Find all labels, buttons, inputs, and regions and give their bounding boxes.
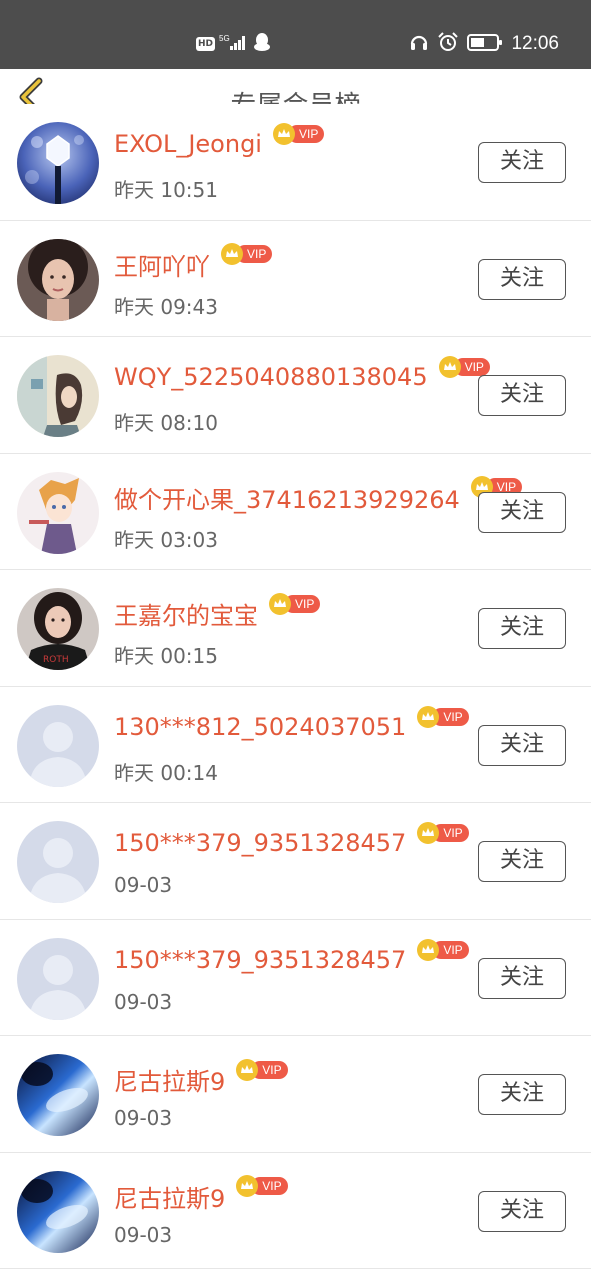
- join-time: 昨天 00:15: [114, 644, 218, 668]
- join-time: 09-03: [114, 1106, 173, 1130]
- default-avatar[interactable]: [17, 937, 99, 1020]
- status-left-icons: HD 5G: [196, 32, 271, 56]
- follow-button[interactable]: 关注: [478, 258, 566, 300]
- join-time: 昨天 10:51: [114, 178, 218, 202]
- name-line: 150***379_9351328457 VIP: [114, 938, 469, 974]
- name-line: WQY_5225040880138045 VIP: [114, 356, 490, 391]
- vip-badge: VIP: [416, 705, 469, 728]
- crown-icon: [438, 356, 461, 378]
- headphones-icon: [409, 32, 429, 56]
- qq-icon: [253, 32, 271, 56]
- battery-icon: [467, 32, 503, 56]
- svg-text:ROTH: ROTH: [43, 655, 69, 665]
- clock: 12:06: [511, 33, 559, 54]
- vip-badge: VIP: [235, 1175, 288, 1197]
- join-time: 09-03: [114, 1222, 173, 1247]
- avatar[interactable]: [17, 471, 99, 554]
- avatar[interactable]: [17, 1054, 99, 1136]
- list-item[interactable]: ROTH 王嘉尔的宝宝 VIP 昨天 00:15 关注: [0, 570, 591, 687]
- list-item[interactable]: 150***379_9351328457 VIP 09-03 关注: [0, 919, 591, 1036]
- join-time: 09-03: [114, 989, 173, 1014]
- name-line: 150***379_9351328457 VIP: [114, 822, 469, 857]
- name-line: 做个开心果_37416213929264 VIP: [114, 476, 523, 515]
- name-line: 尼古拉斯9 VIP: [114, 1175, 288, 1214]
- default-person-icon: [17, 937, 99, 1020]
- member-name[interactable]: EXOL_Jeongi: [114, 130, 262, 158]
- crown-icon: [236, 1058, 259, 1081]
- member-name[interactable]: WQY_5225040880138045: [114, 363, 428, 391]
- join-time: 09-03: [114, 873, 173, 897]
- list-item[interactable]: 150***379_9351328457 VIP 09-03 关注: [0, 803, 591, 920]
- avatar[interactable]: [17, 355, 99, 437]
- crown-icon: [269, 592, 291, 615]
- list-item[interactable]: 王阿吖吖 VIP 昨天 09:43 关注: [0, 220, 591, 337]
- svg-text:5G: 5G: [219, 34, 230, 43]
- follow-button[interactable]: 关注: [478, 608, 566, 649]
- crown-icon: [221, 243, 243, 265]
- default-avatar[interactable]: [17, 704, 99, 787]
- avatar[interactable]: [17, 122, 99, 204]
- follow-button[interactable]: 关注: [478, 375, 566, 416]
- signal-icon: 5G: [219, 32, 249, 56]
- vip-badge: VIP: [416, 938, 469, 961]
- name-line: EXOL_Jeongi VIP: [114, 123, 325, 158]
- vip-badge: VIP: [416, 822, 469, 844]
- member-name[interactable]: 150***379_9351328457: [114, 829, 406, 857]
- list-item[interactable]: 130***812_5024037051 VIP 昨天 00:14 关注: [0, 686, 591, 803]
- crown-icon: [272, 123, 295, 145]
- follow-button[interactable]: 关注: [478, 1074, 566, 1115]
- crown-icon: [236, 1175, 259, 1197]
- name-line: 王阿吖吖 VIP: [114, 243, 273, 282]
- member-list: EXOL_Jeongi VIP 昨天 10:51 关注 王阿吖吖 VIP 昨天 …: [0, 104, 591, 1269]
- member-name[interactable]: 王阿吖吖: [114, 247, 210, 282]
- alarm-icon: [437, 31, 459, 57]
- list-item[interactable]: 尼古拉斯9 VIP 09-03 关注: [0, 1036, 591, 1153]
- avatar[interactable]: [17, 1170, 99, 1253]
- crown-icon: [417, 822, 440, 844]
- default-person-icon: [17, 821, 99, 903]
- name-line: 王嘉尔的宝宝 VIP: [114, 592, 321, 631]
- join-time: 昨天 08:10: [114, 411, 218, 435]
- member-name[interactable]: 130***812_5024037051: [114, 713, 406, 741]
- status-bar: HD 5G 12:06: [0, 0, 591, 69]
- status-right-icons: 12:06: [409, 32, 559, 56]
- list-item[interactable]: WQY_5225040880138045 VIP 昨天 08:10 关注: [0, 337, 591, 454]
- member-name[interactable]: 150***379_9351328457: [114, 946, 406, 974]
- join-time: 昨天 09:43: [114, 294, 218, 319]
- vip-badge: VIP: [268, 592, 321, 615]
- default-avatar[interactable]: [17, 821, 99, 903]
- list-item[interactable]: 做个开心果_37416213929264 VIP 昨天 03:03 关注: [0, 453, 591, 570]
- list-item[interactable]: 尼古拉斯9 VIP 09-03 关注: [0, 1152, 591, 1269]
- avatar[interactable]: ROTH: [17, 588, 99, 670]
- follow-button[interactable]: 关注: [478, 841, 566, 882]
- crown-icon: [417, 938, 440, 961]
- follow-button[interactable]: 关注: [478, 491, 566, 533]
- vip-badge: VIP: [220, 243, 273, 265]
- hd-badge: HD: [196, 37, 216, 51]
- vip-badge: VIP: [272, 123, 325, 145]
- follow-button[interactable]: 关注: [478, 724, 566, 766]
- join-time: 昨天 03:03: [114, 527, 218, 552]
- default-person-icon: [17, 704, 99, 787]
- member-name[interactable]: 做个开心果_37416213929264: [114, 480, 460, 515]
- member-name[interactable]: 尼古拉斯9: [114, 1062, 225, 1097]
- join-time: 昨天 00:14: [114, 760, 218, 785]
- name-line: 130***812_5024037051 VIP: [114, 705, 469, 741]
- follow-button[interactable]: 关注: [478, 1190, 566, 1232]
- avatar[interactable]: [17, 238, 99, 321]
- vip-badge: VIP: [235, 1058, 288, 1081]
- crown-icon: [417, 705, 440, 728]
- follow-button[interactable]: 关注: [478, 957, 566, 999]
- follow-button[interactable]: 关注: [478, 142, 566, 183]
- member-name[interactable]: 尼古拉斯9: [114, 1179, 225, 1214]
- list-item[interactable]: EXOL_Jeongi VIP 昨天 10:51 关注: [0, 104, 591, 221]
- name-line: 尼古拉斯9 VIP: [114, 1058, 288, 1097]
- member-name[interactable]: 王嘉尔的宝宝: [114, 596, 258, 631]
